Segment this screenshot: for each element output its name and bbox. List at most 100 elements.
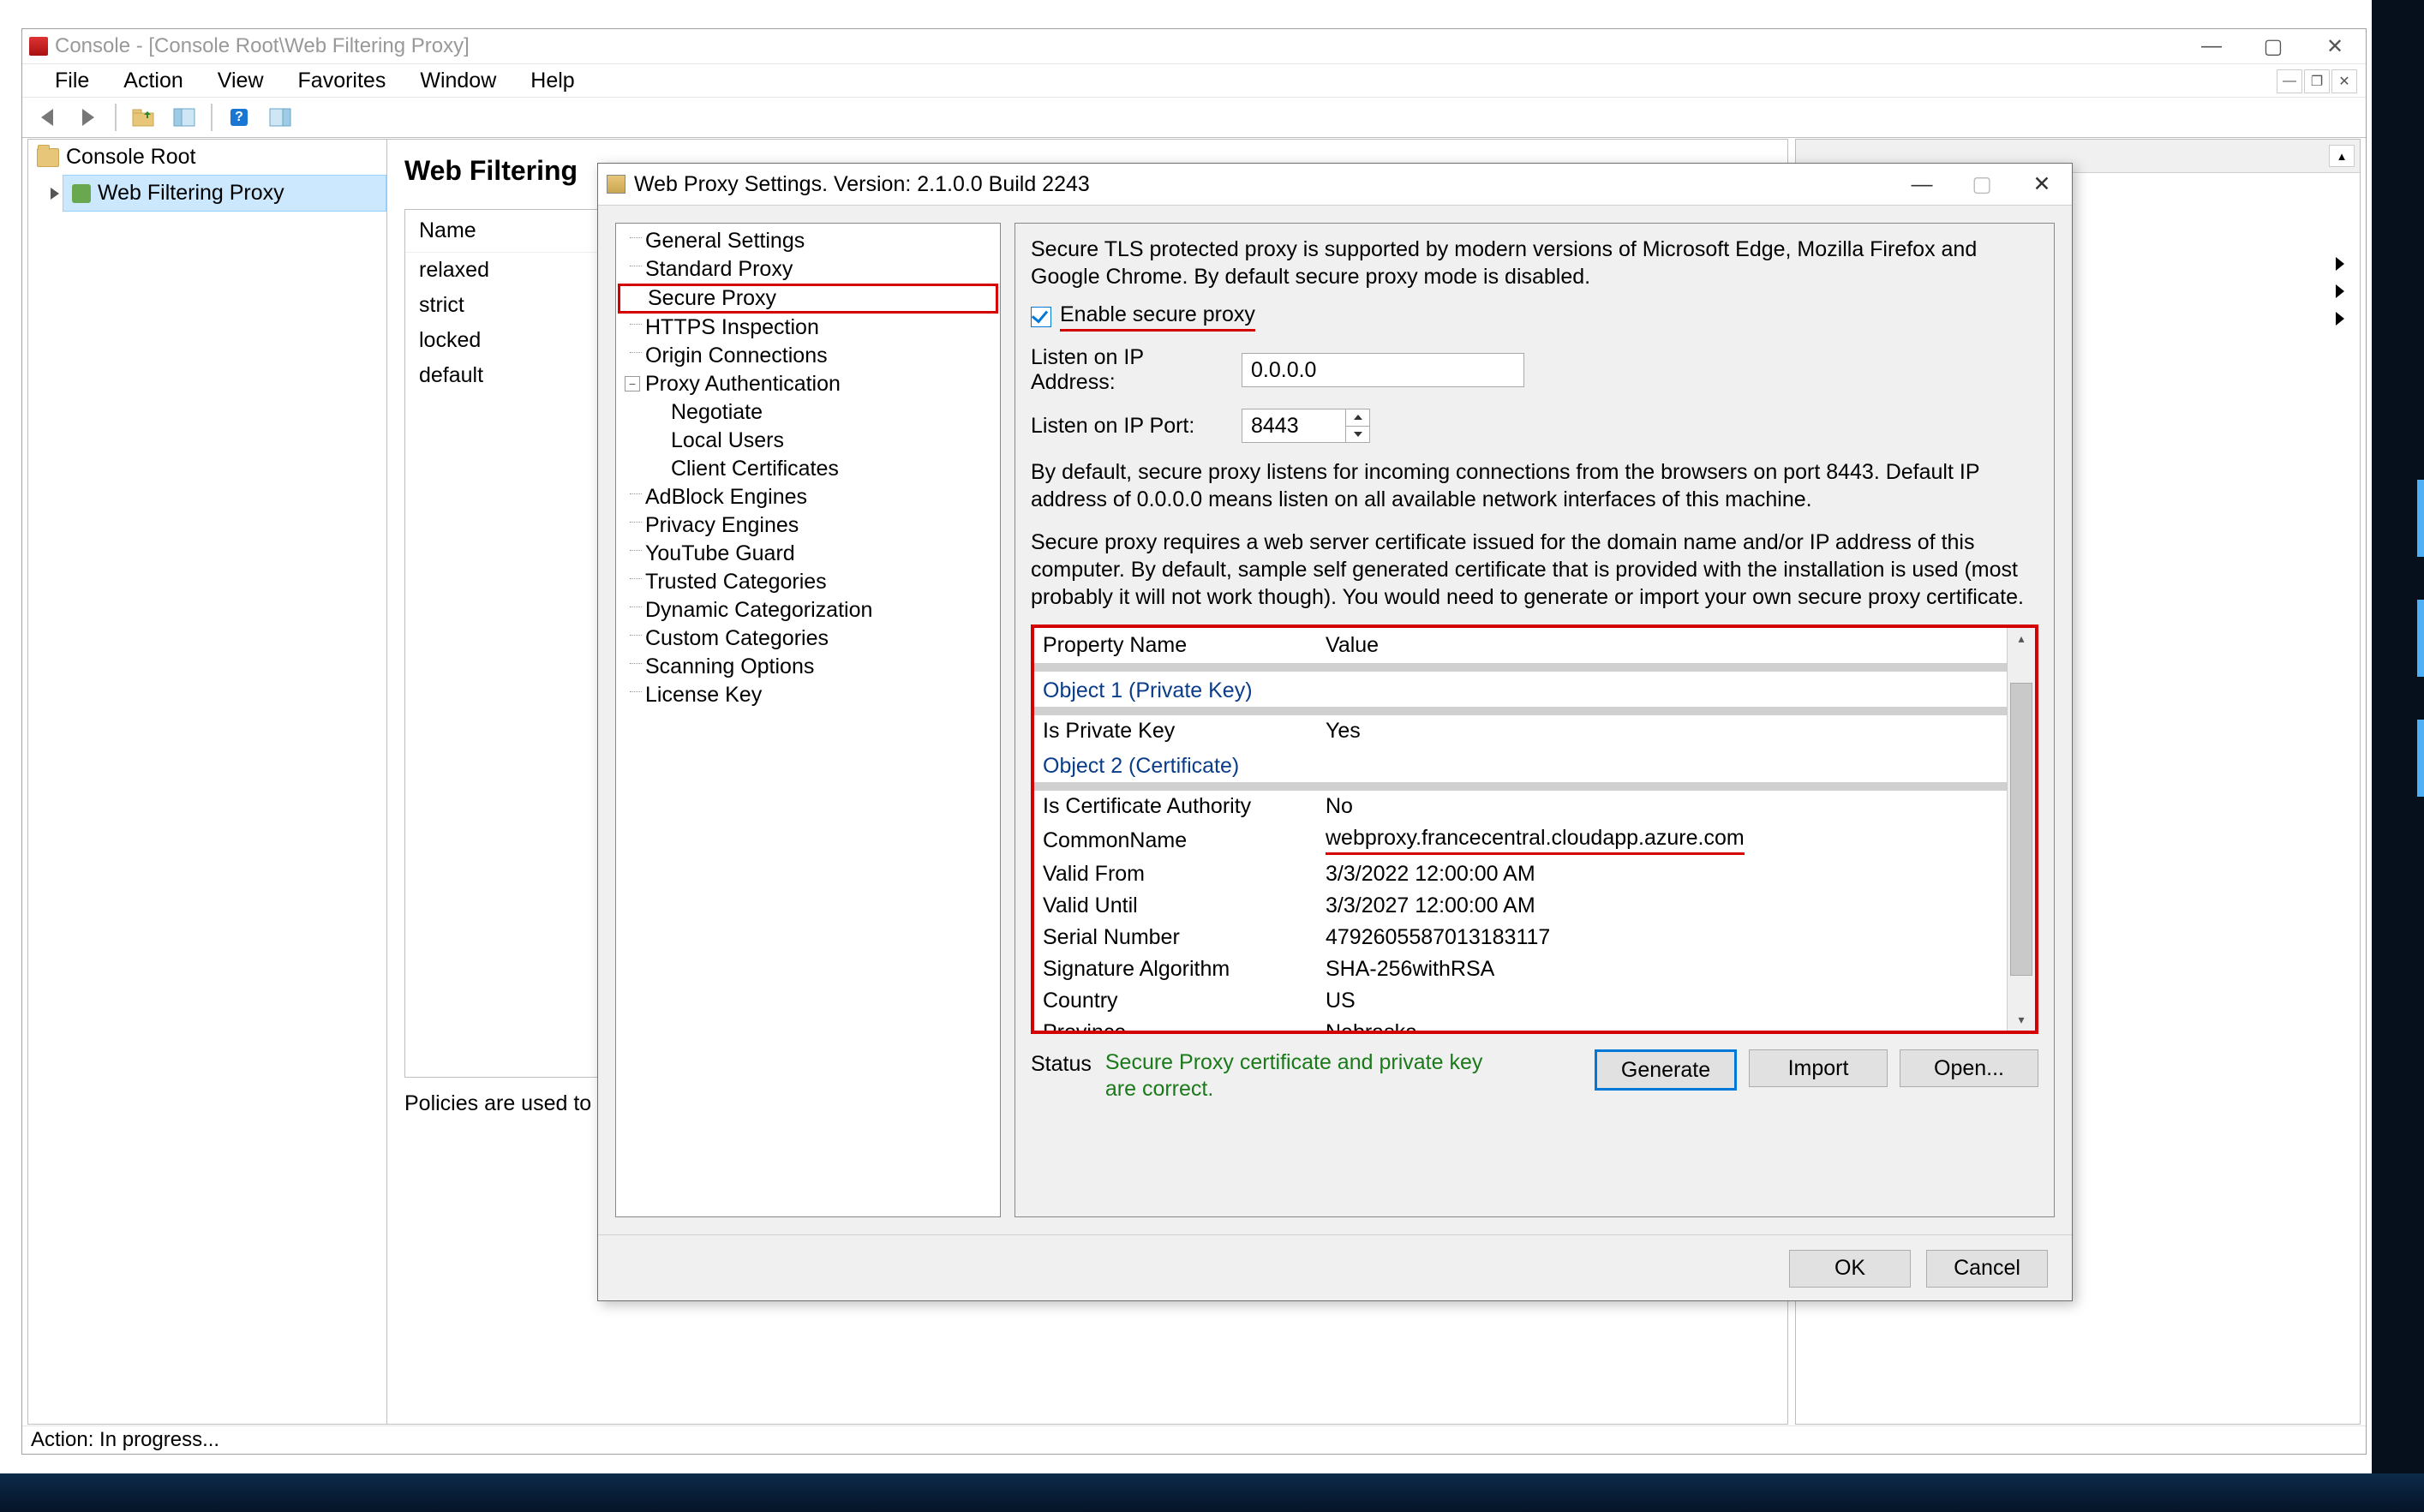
show-hide-tree-button[interactable] <box>166 99 202 135</box>
scroll-thumb[interactable] <box>2010 683 2032 976</box>
mdi-minimize-button[interactable]: — <box>2277 69 2302 93</box>
up-folder-button[interactable] <box>125 99 161 135</box>
prop-name: Country <box>1034 985 1317 1017</box>
enable-secure-proxy-checkbox[interactable] <box>1031 307 1051 327</box>
dialog-content-panel: Secure TLS protected proxy is supported … <box>1014 223 2055 1217</box>
submenu-icon <box>2336 312 2344 326</box>
grid-scrollbar[interactable]: ▴ ▾ <box>2007 628 2035 1031</box>
window-maximize-button[interactable]: ▢ <box>2242 30 2304 63</box>
enable-secure-proxy-label[interactable]: Enable secure proxy <box>1060 302 1255 332</box>
nav-youtube-guard[interactable]: YouTube Guard <box>618 540 998 568</box>
grid-col-value[interactable]: Value <box>1317 628 2007 663</box>
menu-help[interactable]: Help <box>515 65 590 97</box>
prop-name: Province <box>1034 1017 1317 1031</box>
prop-name: Serial Number <box>1034 922 1317 953</box>
spinner-up-button[interactable] <box>1345 409 1369 426</box>
nav-privacy-engines[interactable]: Privacy Engines <box>618 511 998 540</box>
table-row[interactable]: Is Certificate Authority No <box>1034 791 2007 822</box>
tree-child-node[interactable]: Web Filtering Proxy <box>63 175 386 212</box>
help-button[interactable]: ? <box>221 99 257 135</box>
mdi-close-button[interactable]: ✕ <box>2331 69 2357 93</box>
table-row[interactable]: Valid Until 3/3/2027 12:00:00 AM <box>1034 890 2007 922</box>
nav-adblock-engines[interactable]: AdBlock Engines <box>618 483 998 511</box>
nav-proxy-authentication[interactable]: −Proxy Authentication <box>618 370 998 398</box>
note-port: By default, secure proxy listens for inc… <box>1031 458 2038 513</box>
table-row[interactable]: Serial Number 4792605587013183117 <box>1034 922 2007 953</box>
dialog-minimize-button[interactable]: — <box>1892 164 1952 204</box>
table-row[interactable]: Province Nebraska <box>1034 1017 2007 1031</box>
menu-window[interactable]: Window <box>404 65 512 97</box>
back-button[interactable] <box>29 99 65 135</box>
nav-license-key[interactable]: License Key <box>618 681 998 709</box>
prop-name: Signature Algorithm <box>1034 953 1317 985</box>
nav-trusted-categories[interactable]: Trusted Categories <box>618 568 998 596</box>
ok-button[interactable]: OK <box>1789 1250 1911 1288</box>
mmc-titlebar[interactable]: Console - [Console Root\Web Filtering Pr… <box>22 29 2366 64</box>
menu-view[interactable]: View <box>202 65 279 97</box>
disclosure-icon[interactable] <box>51 188 59 200</box>
prop-value: Yes <box>1317 715 2007 747</box>
import-button[interactable]: Import <box>1749 1049 1888 1087</box>
window-close-button[interactable]: ✕ <box>2304 30 2366 63</box>
listen-port-spinner[interactable] <box>1242 409 1370 443</box>
nav-dynamic-categorization[interactable]: Dynamic Categorization <box>618 596 998 625</box>
prop-value: No <box>1317 791 2007 822</box>
dialog-titlebar[interactable]: Web Proxy Settings. Version: 2.1.0.0 Bui… <box>598 164 2072 206</box>
menu-file[interactable]: File <box>39 65 105 97</box>
nav-standard-proxy[interactable]: Standard Proxy <box>618 255 998 284</box>
web-proxy-settings-dialog: Web Proxy Settings. Version: 2.1.0.0 Bui… <box>597 163 2073 1301</box>
collapse-icon[interactable]: − <box>625 376 640 391</box>
dialog-nav-tree[interactable]: General Settings Standard Proxy Secure P… <box>615 223 1001 1217</box>
nav-scanning-options[interactable]: Scanning Options <box>618 653 998 681</box>
cancel-button[interactable]: Cancel <box>1926 1250 2048 1288</box>
nav-negotiate[interactable]: Negotiate <box>618 398 998 427</box>
mmc-toolbar: ? <box>22 98 2366 138</box>
window-minimize-button[interactable]: — <box>2181 30 2242 63</box>
certificate-grid[interactable]: Property Name Value Object 1 (Private Ke… <box>1031 625 2038 1034</box>
spinner-down-button[interactable] <box>1345 426 1369 443</box>
table-row[interactable]: Signature Algorithm SHA-256withRSA <box>1034 953 2007 985</box>
toolbar-separator <box>211 104 212 131</box>
table-row[interactable]: Valid From 3/3/2022 12:00:00 AM <box>1034 858 2007 890</box>
status-text: Action: In progress... <box>31 1428 219 1452</box>
show-actions-button[interactable] <box>262 99 298 135</box>
intro-text: Secure TLS protected proxy is supported … <box>1031 236 2038 290</box>
folder-up-icon <box>132 108 154 127</box>
nav-https-inspection[interactable]: HTTPS Inspection <box>618 314 998 342</box>
table-row[interactable]: CommonName webproxy.francecentral.clouda… <box>1034 822 2007 858</box>
grid-col-property-name[interactable]: Property Name <box>1034 628 1317 663</box>
nav-custom-categories[interactable]: Custom Categories <box>618 625 998 653</box>
nav-secure-proxy[interactable]: Secure Proxy <box>618 284 998 314</box>
mmc-tree-pane[interactable]: Console Root Web Filtering Proxy <box>27 139 387 1425</box>
menu-action[interactable]: Action <box>108 65 198 97</box>
prop-value: SHA-256withRSA <box>1317 953 2007 985</box>
forward-button[interactable] <box>70 99 106 135</box>
prop-value: 4792605587013183117 <box>1317 922 2007 953</box>
listen-ip-label: Listen on IP Address: <box>1031 345 1228 395</box>
tree-child-label: Web Filtering Proxy <box>98 181 284 206</box>
tree-root-node[interactable]: Console Root <box>28 140 386 175</box>
nav-local-users[interactable]: Local Users <box>618 427 998 455</box>
listen-ip-input[interactable] <box>1242 353 1524 387</box>
table-row[interactable]: Country US <box>1034 985 2007 1017</box>
scroll-down-icon[interactable]: ▾ <box>2018 1013 2024 1027</box>
mdi-restore-button[interactable]: ❐ <box>2304 69 2330 93</box>
taskbar-pill <box>2417 480 2424 557</box>
collapse-actions-button[interactable]: ▲ <box>2329 145 2355 167</box>
menu-favorites[interactable]: Favorites <box>283 65 402 97</box>
nav-origin-connections[interactable]: Origin Connections <box>618 342 998 370</box>
listen-port-input[interactable] <box>1242 409 1345 442</box>
nav-client-certificates[interactable]: Client Certificates <box>618 455 998 483</box>
table-row[interactable]: Is Private Key Yes <box>1034 715 2007 747</box>
taskbar-pill <box>2417 720 2424 797</box>
prop-name: Is Certificate Authority <box>1034 791 1317 822</box>
nav-general-settings[interactable]: General Settings <box>618 227 998 255</box>
scroll-up-icon[interactable]: ▴ <box>2018 631 2024 646</box>
generate-button[interactable]: Generate <box>1595 1049 1737 1091</box>
dialog-app-icon <box>607 175 625 194</box>
dialog-close-button[interactable]: ✕ <box>2012 164 2072 204</box>
open-button[interactable]: Open... <box>1900 1049 2038 1087</box>
submenu-icon <box>2336 257 2344 271</box>
tree-root-label: Console Root <box>66 145 195 170</box>
dialog-title: Web Proxy Settings. Version: 2.1.0.0 Bui… <box>634 172 1090 197</box>
